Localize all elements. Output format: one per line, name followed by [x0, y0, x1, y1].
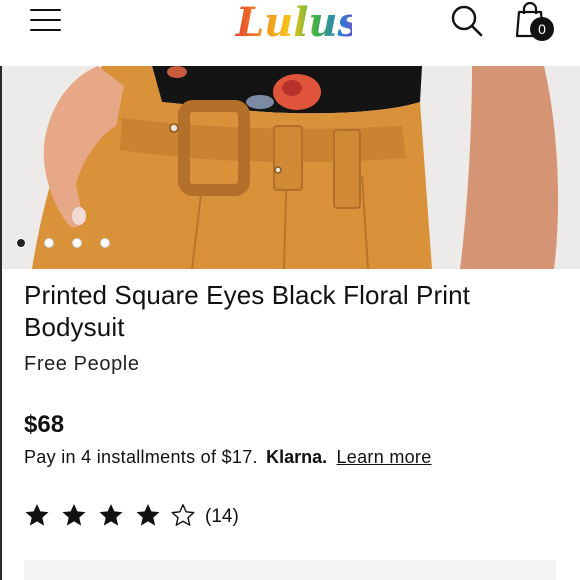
carousel-dot-2[interactable]	[44, 238, 54, 248]
lulus-logo[interactable]: Lulus	[232, 0, 352, 50]
star-filled-icon	[136, 503, 160, 526]
carousel-dot-4[interactable]	[100, 238, 110, 248]
product-photo	[2, 66, 580, 269]
learn-more-link[interactable]: Learn more	[336, 447, 431, 467]
site-header: Lulus 0	[0, 0, 580, 66]
klarna-installments: Pay in 4 installments of $17. Klarna. Le…	[24, 447, 432, 468]
klarna-logo: Klarna.	[266, 447, 328, 467]
search-icon[interactable]	[450, 4, 484, 38]
product-title: Printed Square Eyes Black Floral Print B…	[24, 280, 470, 342]
star-empty-icon	[171, 504, 195, 526]
product-brand[interactable]: Free People	[24, 353, 140, 376]
product-image-carousel[interactable]	[2, 66, 580, 269]
product-price: $68	[24, 411, 65, 438]
carousel-dot-1[interactable]	[16, 238, 26, 248]
star-filled-icon	[99, 503, 123, 526]
installments-text: Pay in 4 installments of $17.	[24, 447, 258, 467]
star-filled-icon	[25, 503, 49, 526]
star-filled-icon	[62, 503, 86, 526]
hamburger-menu-icon[interactable]	[30, 9, 62, 35]
carousel-dot-3[interactable]	[72, 238, 82, 248]
review-count[interactable]: (14)	[205, 506, 239, 528]
svg-text:Lulus: Lulus	[235, 0, 352, 46]
cart-count-badge[interactable]: 0	[530, 17, 554, 41]
product-options-panel	[24, 560, 556, 580]
